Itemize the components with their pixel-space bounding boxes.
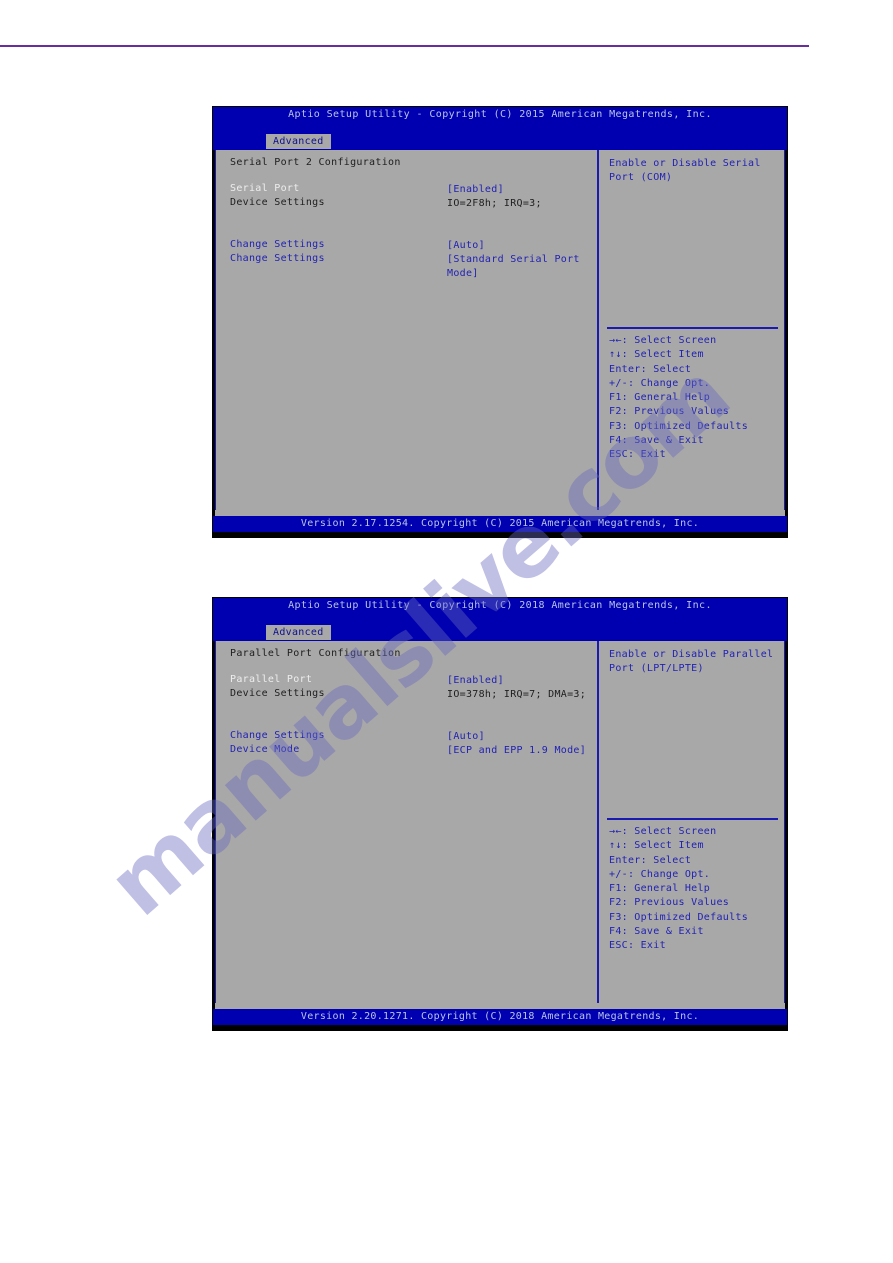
- key-hint-enter-select: Enter: Select: [609, 363, 692, 375]
- bios-title-bar: Aptio Setup Utility - Copyright (C) 2018…: [213, 598, 787, 625]
- setting-label: Parallel Port: [230, 674, 313, 685]
- key-hint-general-help: F1: General Help: [609, 392, 711, 404]
- help-separator: [607, 327, 778, 329]
- setting-row-device-mode[interactable]: Device Mode [ECP and EPP 1.9 Mode]: [230, 744, 590, 758]
- setting-row-parallel-port[interactable]: Parallel Port [Enabled]: [230, 674, 590, 688]
- settings-pane: Serial Port 2 Configuration Serial Port …: [216, 150, 597, 514]
- bios-title: Aptio Setup Utility - Copyright (C) 2015…: [288, 109, 712, 120]
- setting-value[interactable]: [Standard Serial Port Mode]: [447, 253, 597, 281]
- setting-label: Change Settings: [230, 730, 325, 741]
- setting-row-change-settings-mode[interactable]: Change Settings [Standard Serial Port Mo…: [230, 253, 590, 279]
- key-hint-select-item: ↑↓: Select Item: [609, 349, 704, 361]
- bios-body: Parallel Port Configuration Parallel Por…: [215, 641, 785, 1007]
- setting-label: Device Settings: [230, 688, 325, 699]
- key-hint-general-help: F1: General Help: [609, 883, 711, 895]
- setting-value: IO=378h; IRQ=7; DMA=3;: [447, 689, 587, 700]
- version-text: Version 2.17.1254. Copyright (C) 2015 Am…: [300, 518, 700, 529]
- bios-footer: Version 2.17.1254. Copyright (C) 2015 Am…: [213, 516, 787, 532]
- key-hint-save-exit: F4: Save & Exit: [609, 926, 704, 938]
- key-hint-enter-select: Enter: Select: [609, 854, 692, 866]
- version-text: Version 2.20.1271. Copyright (C) 2018 Am…: [300, 1011, 700, 1022]
- bios-title: Aptio Setup Utility - Copyright (C) 2018…: [288, 600, 712, 611]
- settings-rows: Serial Port [Enabled] Device Settings IO…: [230, 183, 590, 279]
- key-legend: →←: Select Screen ↑↓: Select Item Enter:…: [609, 825, 780, 954]
- setting-value[interactable]: [Enabled]: [447, 183, 597, 197]
- key-hint-save-exit: F4: Save & Exit: [609, 435, 704, 447]
- help-description: Enable or Disable Parallel Port (LPT/LPT…: [609, 649, 774, 674]
- key-hint-previous-values: F2: Previous Values: [609, 406, 730, 418]
- setting-label: Serial Port: [230, 183, 300, 194]
- setting-row-serial-port[interactable]: Serial Port [Enabled]: [230, 183, 590, 197]
- tab-advanced[interactable]: Advanced: [266, 134, 331, 149]
- setting-value: IO=2F8h; IRQ=3;: [447, 198, 542, 209]
- section-heading: Parallel Port Configuration: [230, 648, 401, 659]
- bios-body: Serial Port 2 Configuration Serial Port …: [215, 150, 785, 515]
- help-pane: Enable or Disable Serial Port (COM) →←: …: [599, 150, 784, 514]
- key-legend: →←: Select Screen ↑↓: Select Item Enter:…: [609, 334, 780, 463]
- setting-value[interactable]: [Enabled]: [447, 674, 597, 688]
- setting-value[interactable]: [ECP and EPP 1.9 Mode]: [447, 744, 597, 758]
- settings-rows: Parallel Port [Enabled] Device Settings …: [230, 674, 590, 758]
- setting-row-device-settings: Device Settings IO=2F8h; IRQ=3;: [230, 197, 590, 211]
- tab-advanced[interactable]: Advanced: [266, 625, 331, 640]
- key-hint-change-opt: +/-: Change Opt.: [609, 377, 711, 389]
- page-header-rule: [0, 45, 809, 47]
- setting-label: Device Settings: [230, 197, 325, 208]
- key-hint-esc-exit: ESC: Exit: [609, 449, 666, 461]
- help-separator: [607, 818, 778, 820]
- key-hint-previous-values: F2: Previous Values: [609, 897, 730, 909]
- setting-row-device-settings: Device Settings IO=378h; IRQ=7; DMA=3;: [230, 688, 590, 702]
- setting-value[interactable]: [Auto]: [447, 730, 597, 744]
- help-description: Enable or Disable Serial Port (COM): [609, 158, 761, 183]
- section-heading: Serial Port 2 Configuration: [230, 157, 401, 168]
- setting-label: Change Settings: [230, 253, 325, 264]
- setting-row-change-settings[interactable]: Change Settings [Auto]: [230, 730, 590, 744]
- bios-footer: Version 2.20.1271. Copyright (C) 2018 Am…: [213, 1009, 787, 1025]
- help-pane: Enable or Disable Parallel Port (LPT/LPT…: [599, 641, 784, 1006]
- key-hint-select-screen: →←: Select Screen: [609, 826, 717, 837]
- setting-label: Change Settings: [230, 239, 325, 250]
- setting-label: Device Mode: [230, 744, 300, 755]
- bios-screen-serial-port: Aptio Setup Utility - Copyright (C) 2015…: [212, 106, 788, 538]
- bios-screen-parallel-port: Aptio Setup Utility - Copyright (C) 2018…: [212, 597, 788, 1031]
- key-hint-optimized-defaults: F3: Optimized Defaults: [609, 911, 749, 923]
- settings-pane: Parallel Port Configuration Parallel Por…: [216, 641, 597, 1006]
- setting-row-spacer: [230, 211, 590, 239]
- key-hint-optimized-defaults: F3: Optimized Defaults: [609, 420, 749, 432]
- key-hint-esc-exit: ESC: Exit: [609, 940, 666, 952]
- setting-row-spacer: [230, 702, 590, 730]
- setting-row-change-settings[interactable]: Change Settings [Auto]: [230, 239, 590, 253]
- bios-tab-bar: Advanced: [213, 625, 787, 641]
- bios-tab-bar: Advanced: [213, 134, 787, 150]
- key-hint-change-opt: +/-: Change Opt.: [609, 868, 711, 880]
- setting-value[interactable]: [Auto]: [447, 239, 597, 253]
- bios-title-bar: Aptio Setup Utility - Copyright (C) 2015…: [213, 107, 787, 134]
- key-hint-select-item: ↑↓: Select Item: [609, 840, 704, 852]
- key-hint-select-screen: →←: Select Screen: [609, 335, 717, 346]
